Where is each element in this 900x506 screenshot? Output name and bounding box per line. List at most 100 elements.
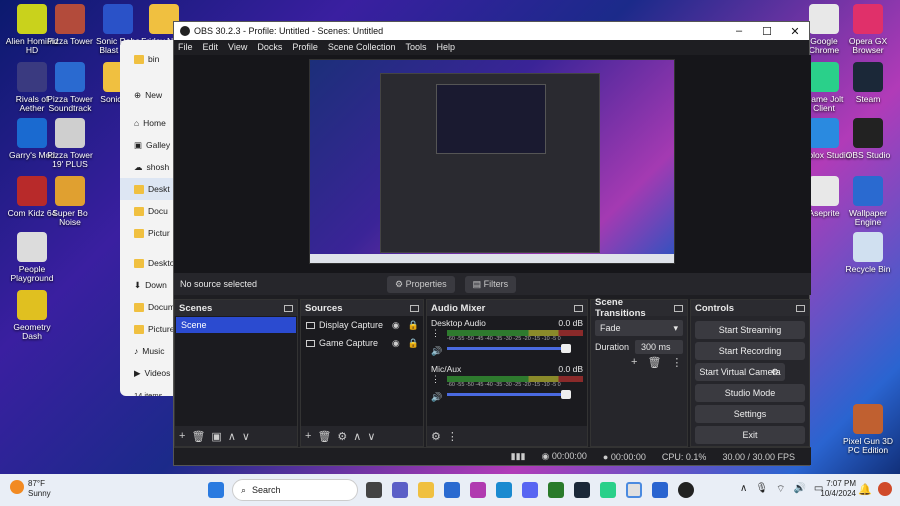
gear-icon[interactable]: ⚙ <box>431 430 441 443</box>
nav-home[interactable]: ⌂ Home <box>120 112 180 134</box>
more-icon[interactable]: ⋮ <box>431 374 440 385</box>
preview-canvas[interactable] <box>174 55 811 291</box>
volume-icon[interactable]: 🔊 <box>793 483 805 496</box>
taskview-icon[interactable] <box>366 482 382 498</box>
microphone-icon[interactable]: 🎙 <box>755 483 768 496</box>
trash-icon[interactable]: 🗑 <box>647 356 661 369</box>
source-item[interactable]: Display Capture ◉ 🔒 <box>301 316 423 334</box>
desktop-icon[interactable]: Wallpaper Engine <box>840 176 896 228</box>
desktop-icon[interactable]: Opera GX Browser <box>840 4 896 56</box>
slider-handle[interactable] <box>561 344 571 353</box>
search-box[interactable]: ⌕ Search <box>232 479 358 501</box>
desktop-icon[interactable]: Steam <box>840 62 896 104</box>
app-icon[interactable] <box>470 482 486 498</box>
trash-icon[interactable]: 🗑 <box>317 430 331 443</box>
duration-spinbox[interactable]: 300 ms <box>635 340 683 354</box>
nav-desktop[interactable]: Deskt <box>120 178 180 200</box>
menu-item-file[interactable]: File <box>178 42 193 52</box>
nav-onedrive[interactable]: ☁ shosh <box>120 156 180 178</box>
desktop-icon[interactable]: Geometry Dash <box>4 290 60 342</box>
title-bar[interactable]: OBS 30.2.3 - Profile: Untitled - Scenes:… <box>174 22 809 40</box>
nav-documents2[interactable]: Docum <box>120 296 180 318</box>
move-up-icon[interactable]: ∧ <box>353 430 361 443</box>
move-down-icon[interactable]: ∨ <box>367 430 375 443</box>
nav-videos[interactable]: ▶ Videos <box>120 362 180 384</box>
properties-button[interactable]: ⚙ Properties <box>387 275 455 293</box>
bell-icon[interactable]: 🔔 <box>858 483 872 496</box>
menu-item-tools[interactable]: Tools <box>405 42 426 52</box>
desktop-icon[interactable]: Pixel Gun 3D PC Edition <box>840 404 896 456</box>
settings-button[interactable]: Settings <box>695 405 805 423</box>
desktop-icon[interactable]: Super Bo Noise <box>42 176 98 228</box>
lock-icon[interactable]: 🔒 <box>408 320 419 331</box>
desktop-icon[interactable]: OBS Studio <box>840 118 896 160</box>
maximize-icon[interactable]: ☐ <box>753 25 781 38</box>
nav-music[interactable]: ♪ Music <box>120 340 180 362</box>
gear-icon[interactable]: ⚙ <box>771 367 779 378</box>
scene-item[interactable]: Scene <box>176 317 296 333</box>
speaker-icon[interactable]: 🔊 <box>431 346 442 357</box>
more-icon[interactable]: ⋮ <box>671 356 682 369</box>
nav-desktop2[interactable]: Deskto <box>120 252 180 274</box>
menu-item-view[interactable]: View <box>228 42 247 52</box>
wallpaper-engine-icon[interactable] <box>652 482 668 498</box>
undock-icon[interactable] <box>284 304 293 312</box>
store-icon[interactable] <box>444 482 460 498</box>
nav-documents[interactable]: Docu <box>120 200 180 222</box>
menu-item-edit[interactable]: Edit <box>203 42 219 52</box>
desktop-icon[interactable]: Pizza Tower 19' PLUS <box>42 118 98 170</box>
source-item[interactable]: Game Capture ◉ 🔒 <box>301 334 423 352</box>
start-recording-button[interactable]: Start Recording <box>695 342 805 360</box>
obs-icon[interactable] <box>678 482 694 498</box>
eye-icon[interactable]: ◉ <box>392 338 400 349</box>
more-icon[interactable]: ⋮ <box>431 328 440 339</box>
add-icon[interactable]: + <box>179 430 185 442</box>
start-virtual-camera-button[interactable]: Start Virtual Camera ⚙ <box>695 363 785 381</box>
teams-icon[interactable] <box>392 482 408 498</box>
nav-gallery[interactable]: ▣ Galley <box>120 134 180 156</box>
file-explorer-window[interactable]: bin ⊕ New ⌂ Home ▣ Galley ☁ shosh Deskt Docu… <box>120 40 180 396</box>
steam-icon[interactable] <box>574 482 590 498</box>
menu-item-scene-collection[interactable]: Scene Collection <box>328 42 396 52</box>
xbox-icon[interactable] <box>548 482 564 498</box>
weather-widget[interactable]: 87°F Sunny <box>28 479 51 498</box>
menu-item-profile[interactable]: Profile <box>292 42 318 52</box>
chrome-icon[interactable] <box>626 482 642 498</box>
start-icon[interactable] <box>208 482 224 498</box>
add-icon[interactable]: + <box>631 356 637 369</box>
file-explorer-icon[interactable] <box>418 482 434 498</box>
obs-window[interactable]: OBS 30.2.3 - Profile: Untitled - Scenes:… <box>173 21 811 466</box>
nav-pictures2[interactable]: Picture <box>120 318 180 340</box>
volume-slider[interactable] <box>447 390 571 399</box>
start-streaming-button[interactable]: Start Streaming <box>695 321 805 339</box>
filter-icon[interactable]: ▣ <box>211 430 221 443</box>
minimize-icon[interactable]: – <box>725 25 753 37</box>
menu-item-help[interactable]: Help <box>436 42 455 52</box>
lock-icon[interactable]: 🔒 <box>408 338 419 349</box>
close-icon[interactable]: ✕ <box>781 25 809 38</box>
transition-select[interactable]: Fade ▾ <box>595 320 683 336</box>
nav-pictures[interactable]: Pictur <box>120 222 180 244</box>
new-button[interactable]: ⊕ New <box>120 84 180 106</box>
explorer-tab[interactable]: bin <box>120 48 180 70</box>
speaker-icon[interactable]: 🔊 <box>431 392 442 403</box>
trash-icon[interactable]: 🗑 <box>191 430 205 443</box>
undock-icon[interactable] <box>410 304 419 312</box>
discord-icon[interactable] <box>522 482 538 498</box>
nav-downloads[interactable]: ⬇ Down <box>120 274 180 296</box>
add-icon[interactable]: + <box>305 430 311 442</box>
copilot-icon[interactable] <box>878 482 892 496</box>
wifi-icon[interactable]: ⌔ <box>776 483 785 496</box>
edge-icon[interactable] <box>496 482 512 498</box>
undock-icon[interactable] <box>796 304 805 312</box>
studio-mode-button[interactable]: Studio Mode <box>695 384 805 402</box>
gear-icon[interactable]: ⚙ <box>337 430 347 443</box>
more-icon[interactable]: ⋮ <box>447 430 458 443</box>
clock[interactable]: 7:07 PM 10/4/2024 <box>820 479 856 500</box>
chevron-up-icon[interactable]: ∧ <box>740 483 747 496</box>
volume-slider[interactable] <box>447 344 571 353</box>
filters-button[interactable]: ▤ Filters <box>464 275 517 293</box>
exit-button[interactable]: Exit <box>695 426 805 444</box>
slider-handle[interactable] <box>561 390 571 399</box>
eye-icon[interactable]: ◉ <box>392 320 400 331</box>
